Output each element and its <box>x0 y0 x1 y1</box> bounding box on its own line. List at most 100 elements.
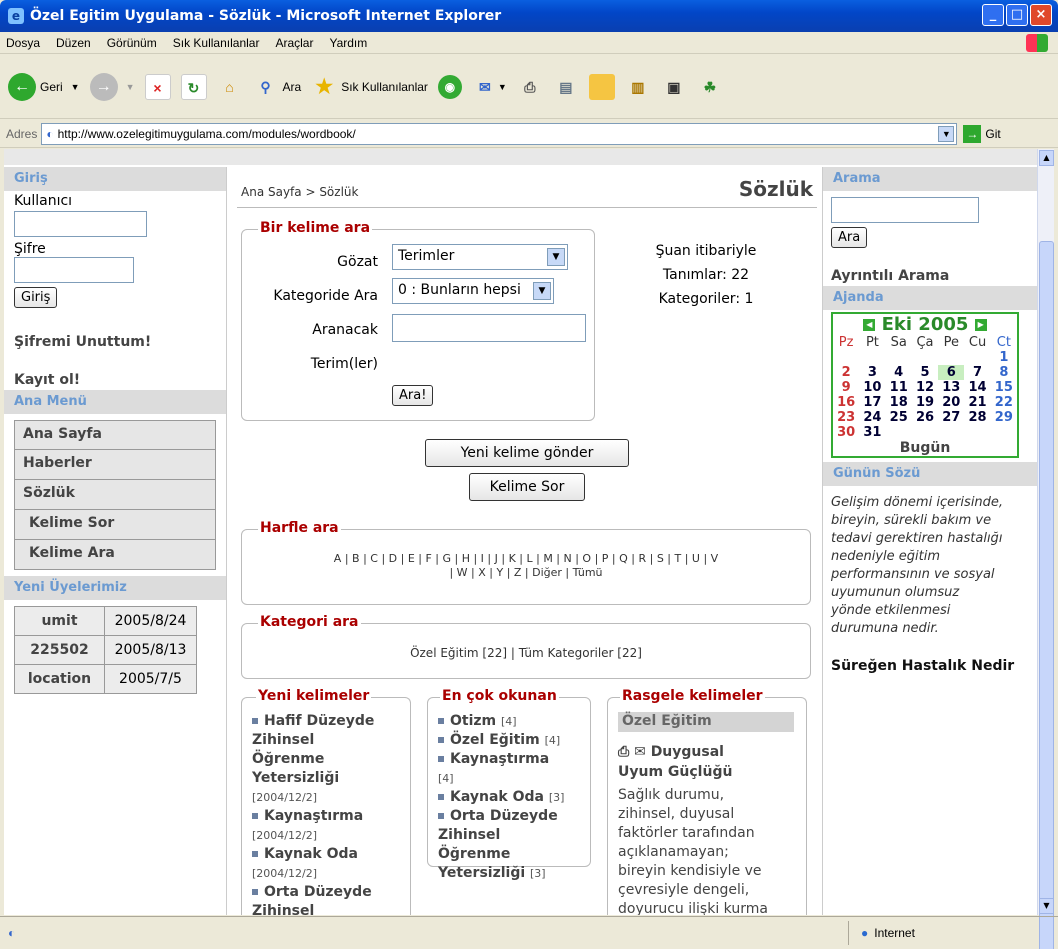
menu-item-ask-word[interactable]: Kelime Sor <box>14 510 216 540</box>
word-title-cont[interactable]: Öğrenme <box>438 845 588 864</box>
calendar-day[interactable]: 23 <box>833 410 859 425</box>
ask-word-button[interactable]: Kelime Sor <box>469 473 585 501</box>
list-item[interactable]: Hafif Düzeyde <box>252 712 408 731</box>
member-name[interactable]: umit <box>14 606 105 636</box>
scroll-thumb[interactable] <box>1039 241 1054 949</box>
list-item[interactable]: Özel Eğitim [4] <box>438 731 588 750</box>
address-input[interactable]: ◐ http://www.ozelegitimuygulama.com/modu… <box>41 122 958 145</box>
browse-select[interactable]: Terimler ▼ <box>392 244 568 270</box>
submit-word-button[interactable]: Yeni kelime gönder <box>425 439 629 467</box>
member-name[interactable]: location <box>14 664 105 694</box>
calendar-day[interactable]: 27 <box>938 410 964 425</box>
password-field[interactable] <box>14 257 134 283</box>
word-title-cont[interactable]: Zihinsel <box>252 902 408 915</box>
calendar-day[interactable]: 26 <box>912 410 938 425</box>
random-category[interactable]: Özel Eğitim <box>618 712 794 732</box>
calendar-day[interactable]: 13 <box>938 380 964 395</box>
register-link[interactable]: Kayıt ol! <box>4 350 226 390</box>
today-link[interactable]: Bugün <box>833 440 1017 456</box>
advanced-search-link[interactable]: Ayrıntılı Arama <box>831 268 1029 284</box>
home-button[interactable]: ⌂ <box>217 74 243 100</box>
calendar-day[interactable]: 5 <box>912 365 938 380</box>
calendar-day[interactable]: 9 <box>833 380 859 395</box>
calendar-day-today[interactable]: 6 <box>938 365 965 380</box>
list-item[interactable]: Kaynak Oda <box>252 845 408 864</box>
messenger-button[interactable]: ▣ <box>661 74 687 100</box>
list-item[interactable]: Otizm [4] <box>438 712 588 731</box>
calendar-day[interactable]: 30 <box>833 425 859 440</box>
calendar-day[interactable]: 2 <box>833 365 859 380</box>
go-button[interactable]: → Git <box>963 124 1001 143</box>
search-button[interactable]: ⚲ Ara <box>253 74 301 100</box>
calendar-day[interactable]: 25 <box>886 410 912 425</box>
list-item[interactable]: Kaynaştırma <box>252 807 408 826</box>
menu-item-dictionary[interactable]: Sözlük <box>14 480 216 510</box>
calendar-day[interactable]: 18 <box>886 395 912 410</box>
email-icon[interactable]: ✉ <box>634 744 646 760</box>
category-links[interactable]: Özel Eğitim [22] | Tüm Kategoriler [22] <box>242 646 810 660</box>
calendar-day[interactable]: 28 <box>964 410 990 425</box>
menu-tools[interactable]: Araçlar <box>275 36 313 50</box>
calendar-day[interactable]: 8 <box>991 365 1017 380</box>
maximize-button[interactable]: □ <box>1006 4 1028 26</box>
stop-button[interactable]: × <box>144 73 171 100</box>
calendar-day[interactable]: 15 <box>991 380 1017 395</box>
calendar-day[interactable]: 3 <box>859 365 885 380</box>
site-search-input[interactable] <box>831 197 979 223</box>
letter-row-1[interactable]: A | B | C | D | E | F | G | H | I | J | … <box>242 552 810 566</box>
login-button[interactable]: Giriş <box>14 287 58 308</box>
calendar-day[interactable]: 24 <box>859 410 885 425</box>
print-button[interactable]: ⎙ <box>517 74 543 100</box>
list-item[interactable]: Orta Düzeyde <box>252 883 408 902</box>
calendar-day[interactable]: 10 <box>859 380 885 395</box>
menu-item-news[interactable]: Haberler <box>14 450 216 480</box>
list-item[interactable]: ⎙ ✉ Duygusal <box>618 742 798 762</box>
calendar-day[interactable]: 19 <box>912 395 938 410</box>
site-search-button[interactable]: Ara <box>831 227 868 248</box>
calendar-day[interactable]: 20 <box>938 395 964 410</box>
prev-month-icon[interactable]: ◀ <box>863 319 876 331</box>
search-submit-button[interactable]: Ara! <box>392 385 434 406</box>
edit-button[interactable]: ▤ <box>553 74 579 100</box>
research-button[interactable]: ▥ <box>625 74 651 100</box>
list-item[interactable]: Orta Düzeyde <box>438 807 588 826</box>
calendar-day[interactable]: 31 <box>859 425 885 440</box>
favorites-button[interactable]: ★ Sık Kullanılanlar <box>311 74 428 100</box>
breadcrumb[interactable]: Ana Sayfa > Sözlük <box>241 185 358 199</box>
forgot-password-link[interactable]: Şifremi Unuttum! <box>4 312 226 350</box>
word-title-cont[interactable]: Öğrenme <box>252 750 408 769</box>
list-item[interactable]: Kaynak Oda [3] <box>438 788 588 807</box>
discuss-button[interactable] <box>588 73 615 100</box>
close-button[interactable]: × <box>1030 4 1052 26</box>
calendar-day[interactable]: 16 <box>833 395 859 410</box>
category-select[interactable]: 0 : Bunların hepsi ▼ <box>392 278 554 304</box>
media-button[interactable]: ◉ <box>437 74 462 99</box>
scroll-up-icon[interactable]: ▲ <box>1039 150 1054 166</box>
letter-links[interactable]: A | B | C | D | E | F | G | H | I | J | … <box>242 552 810 580</box>
mail-button[interactable]: ✉ ▼ <box>472 74 507 100</box>
word-title-cont[interactable]: Yetersizliği <box>252 769 408 788</box>
list-item[interactable]: Kaynaştırma <box>438 750 588 769</box>
vertical-scrollbar[interactable]: ▲ ▼ <box>1037 149 1054 949</box>
calendar-day[interactable]: 29 <box>991 410 1017 425</box>
calendar-day[interactable]: 7 <box>964 365 990 380</box>
calendar-day[interactable]: 17 <box>859 395 885 410</box>
calendar-day[interactable]: 4 <box>886 365 912 380</box>
calendar-day[interactable]: 22 <box>991 395 1017 410</box>
word-title-cont[interactable]: Zihinsel <box>438 826 588 845</box>
calendar-day[interactable]: 11 <box>886 380 912 395</box>
calendar-day[interactable]: 1 <box>991 350 1017 365</box>
word-title-cont[interactable]: Zihinsel <box>252 731 408 750</box>
scroll-down-icon[interactable]: ▼ <box>1039 898 1054 914</box>
people-button[interactable]: ☘ <box>697 74 723 100</box>
menu-help[interactable]: Yardım <box>329 36 367 50</box>
menu-file[interactable]: Dosya <box>6 36 40 50</box>
forward-button[interactable]: → ▼ <box>89 72 135 101</box>
chevron-down-icon[interactable]: ▼ <box>938 125 955 142</box>
quote-title[interactable]: Süreğen Hastalık Nedir <box>831 658 1029 674</box>
random-word-title-cont[interactable]: Uyum Güçlüğü <box>618 762 798 782</box>
minimize-button[interactable]: _ <box>982 4 1004 26</box>
menu-edit[interactable]: Düzen <box>56 36 91 50</box>
back-button[interactable]: ← Geri ▼ <box>8 72 80 101</box>
list-item[interactable]: Yetersizliği [3] <box>438 864 588 883</box>
